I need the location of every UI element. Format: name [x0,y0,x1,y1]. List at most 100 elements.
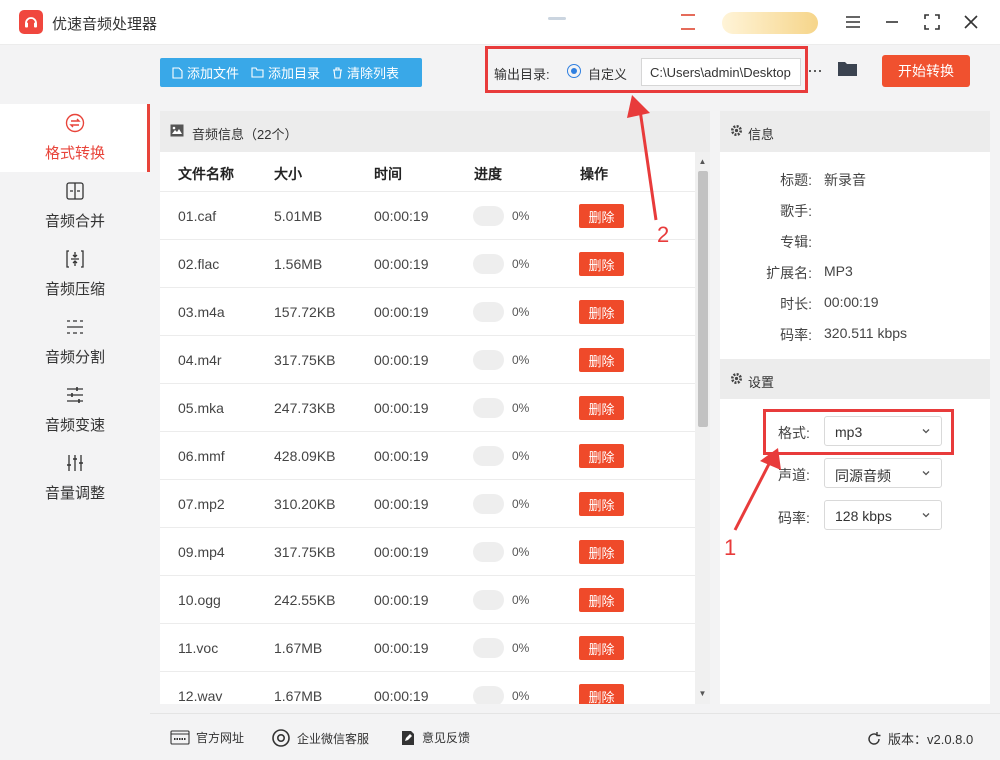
settings-header: 设置 [720,359,990,399]
file-duration: 00:00:19 [374,640,429,656]
status-icon [548,17,566,20]
file-name: 01.caf [178,208,217,224]
custom-dir-radio[interactable] [567,64,581,78]
delete-button[interactable]: 删除 [579,492,624,516]
minimize-icon[interactable] [879,10,905,34]
file-name: 04.m4r [178,352,222,368]
sidebar-item-audio-speed[interactable]: 音频变速 [0,376,150,444]
open-folder-icon[interactable] [837,60,858,80]
clear-list-label: 清除列表 [347,66,400,81]
delete-button[interactable]: 删除 [579,636,624,660]
progress-percent: 0% [512,689,530,703]
bitrate-label: 码率: [778,510,810,526]
sidebar-item-audio-compress[interactable]: 音频压缩 [0,240,150,308]
maximize-icon[interactable] [919,10,945,34]
table-row[interactable]: 07.mp2 310.20KB 00:00:19 0% 删除 [160,479,695,527]
sidebar: 格式转换 音频合并 音频压缩 音频分割 音频变速 音量调整 [0,45,150,713]
table-row[interactable]: 11.voc 1.67MB 00:00:19 0% 删除 [160,623,695,671]
file-name: 03.m4a [178,304,225,320]
file-size: 5.01MB [274,208,323,224]
website-link[interactable]: 官方网址 [170,729,244,746]
format-select[interactable]: mp3 [824,416,942,446]
clear-list-button[interactable]: 清除列表 [320,58,399,87]
progress-percent: 0% [512,353,530,367]
table-row[interactable]: 03.m4a 157.72KB 00:00:19 0% 删除 [160,287,695,335]
progress-bar [473,446,504,466]
volume-icon [67,455,83,471]
file-size: 157.72KB [274,304,336,320]
sidebar-item-format-convert[interactable]: 格式转换 [0,104,150,172]
delete-button[interactable]: 删除 [579,204,624,228]
progress-bar [473,638,504,658]
table-row[interactable]: 06.mmf 428.09KB 00:00:19 0% 删除 [160,431,695,479]
wechat-service-link[interactable]: 企业微信客服 [271,729,369,747]
add-file-button[interactable]: 添加文件 [160,58,239,87]
info-key: 标题: [780,172,812,188]
compress-icon [66,250,84,268]
sidebar-item-volume-adjust[interactable]: 音量调整 [0,444,150,512]
version-label: 版本：v2.0.8.0 [888,732,974,747]
info-key: 码率: [780,327,812,343]
file-duration: 00:00:19 [374,592,429,608]
progress-percent: 0% [512,641,530,655]
scrollbar-thumb[interactable] [698,171,708,427]
file-size: 242.55KB [274,592,336,608]
more-options-button[interactable]: ··· [807,60,823,81]
table-row[interactable]: 10.ogg 242.55KB 00:00:19 0% 删除 [160,575,695,623]
output-path-input[interactable] [641,58,801,86]
wechat-label: 企业微信客服 [297,731,370,746]
file-name: 02.flac [178,256,220,272]
format-value: mp3 [835,424,863,440]
sidebar-item-label: 格式转换 [44,145,105,162]
feedback-label: 意见反馈 [422,731,471,745]
start-convert-button[interactable]: 开始转换 [882,55,970,87]
promo-banner[interactable] [722,12,818,34]
delete-button[interactable]: 删除 [579,684,624,704]
channel-select[interactable]: 同源音频 [824,458,942,488]
file-icon [172,66,183,79]
delete-button[interactable]: 删除 [579,540,624,564]
table-row[interactable]: 04.m4r 317.75KB 00:00:19 0% 删除 [160,335,695,383]
menu-icon[interactable] [840,10,866,34]
ad-icon[interactable] [681,14,695,30]
delete-button[interactable]: 删除 [579,396,624,420]
feedback-link[interactable]: 意见反馈 [400,729,470,746]
bitrate-select[interactable]: 128 kbps [824,500,942,530]
add-folder-button[interactable]: 添加目录 [239,58,320,87]
info-value: 00:00:19 [824,294,879,310]
split-icon [67,320,83,334]
sidebar-item-label: 音频变速 [44,417,105,434]
scroll-up-arrow[interactable]: ▲ [697,157,708,167]
delete-button[interactable]: 删除 [579,444,624,468]
table-row[interactable]: 09.mp4 317.75KB 00:00:19 0% 删除 [160,527,695,575]
output-dir-label: 输出目录: [494,67,550,82]
info-key: 歌手: [780,203,812,219]
scroll-down-arrow[interactable]: ▼ [697,689,708,699]
file-name: 10.ogg [178,592,221,608]
chevron-down-icon [922,429,930,434]
table-row[interactable]: 05.mka 247.73KB 00:00:19 0% 删除 [160,383,695,431]
file-duration: 00:00:19 [374,352,429,368]
progress-bar [473,206,504,226]
delete-button[interactable]: 删除 [579,348,624,372]
file-size: 317.75KB [274,544,336,560]
table-row[interactable]: 02.flac 1.56MB 00:00:19 0% 删除 [160,239,695,287]
sidebar-item-label: 音频合并 [44,213,105,230]
delete-button[interactable]: 删除 [579,252,624,276]
close-icon[interactable] [958,10,984,34]
version-info[interactable]: 版本：v2.0.8.0 [866,729,973,748]
file-size: 317.75KB [274,352,336,368]
delete-button[interactable]: 删除 [579,588,624,612]
sidebar-item-audio-merge[interactable]: 音频合并 [0,172,150,240]
file-size: 247.73KB [274,400,336,416]
sidebar-item-audio-split[interactable]: 音频分割 [0,308,150,376]
custom-dir-label: 自定义 [588,67,628,82]
progress-percent: 0% [512,209,530,223]
progress-percent: 0% [512,449,530,463]
footer: 官方网址 企业微信客服 意见反馈 版本：v2.0.8.0 [150,713,1000,760]
table-row[interactable]: 01.caf 5.01MB 00:00:19 0% 删除 [160,191,695,239]
delete-button[interactable]: 删除 [579,300,624,324]
website-label: 官方网址 [196,731,245,745]
progress-bar [473,302,504,322]
table-row[interactable]: 12.wav 1.67MB 00:00:19 0% 删除 [160,671,695,704]
